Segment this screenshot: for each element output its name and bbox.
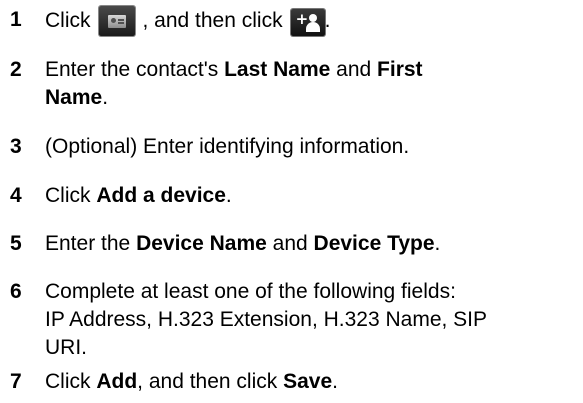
step-text-segment: and: [266, 232, 314, 255]
step-text: Complete at least one of the following f…: [45, 278, 577, 362]
step-text-segment: Enter the contact's: [45, 58, 225, 81]
step-text: Enter the Device Name and Device Type.: [45, 230, 577, 258]
contacts-book-icon[interactable]: [98, 6, 135, 36]
step-text-segment: and: [330, 58, 378, 81]
step-number: 4: [10, 184, 22, 207]
step-text-segment: .: [332, 370, 338, 393]
step-text: Click Add a device.: [45, 182, 577, 210]
ui-term: Last Name: [224, 58, 331, 81]
step-text-segment: Click: [45, 184, 97, 207]
step-text-segment: Click: [45, 9, 91, 32]
step-text-line: URI.: [45, 336, 87, 359]
ui-term: Save: [283, 370, 333, 393]
steps-list: 1 Click , and then click +. 2 Enter the co…: [0, 0, 583, 403]
step-text-segment: .: [324, 9, 331, 32]
step-text: Click Add, and then click Save.: [45, 368, 577, 396]
add-contact-icon[interactable]: +: [290, 9, 325, 36]
step-text-line: Complete at least one of the following f…: [45, 280, 456, 303]
step-number: 1: [10, 8, 22, 31]
ui-term: First: [377, 58, 423, 81]
step-text-segment: Click: [45, 370, 97, 393]
step-number: 3: [10, 135, 22, 158]
ui-term: Device Type: [313, 232, 435, 255]
step-text-segment: Enter the: [45, 232, 137, 255]
ui-term: Add a device: [96, 184, 226, 207]
step-number: 5: [10, 232, 22, 255]
ui-term: Add: [96, 370, 138, 393]
step-text: (Optional) Enter identifying information…: [45, 135, 410, 158]
step-text-segment: , and then click: [137, 370, 284, 393]
step-text-line: IP Address, H.323 Extension, H.323 Name,…: [45, 308, 488, 331]
step-text-segment: .: [434, 232, 441, 255]
step-number: 2: [10, 58, 22, 81]
ui-term: Device Name: [136, 232, 267, 255]
step-text-segment: , and then click: [142, 9, 283, 32]
step-text: Click , and then click +.: [45, 6, 577, 36]
step-text: Enter the contact's Last Name and First N…: [45, 56, 577, 112]
step-text-segment: .: [225, 184, 232, 207]
step-number: 7: [10, 370, 22, 393]
ui-term: Name: [45, 86, 103, 109]
step-number: 6: [10, 280, 22, 303]
step-text-segment: .: [102, 86, 109, 109]
